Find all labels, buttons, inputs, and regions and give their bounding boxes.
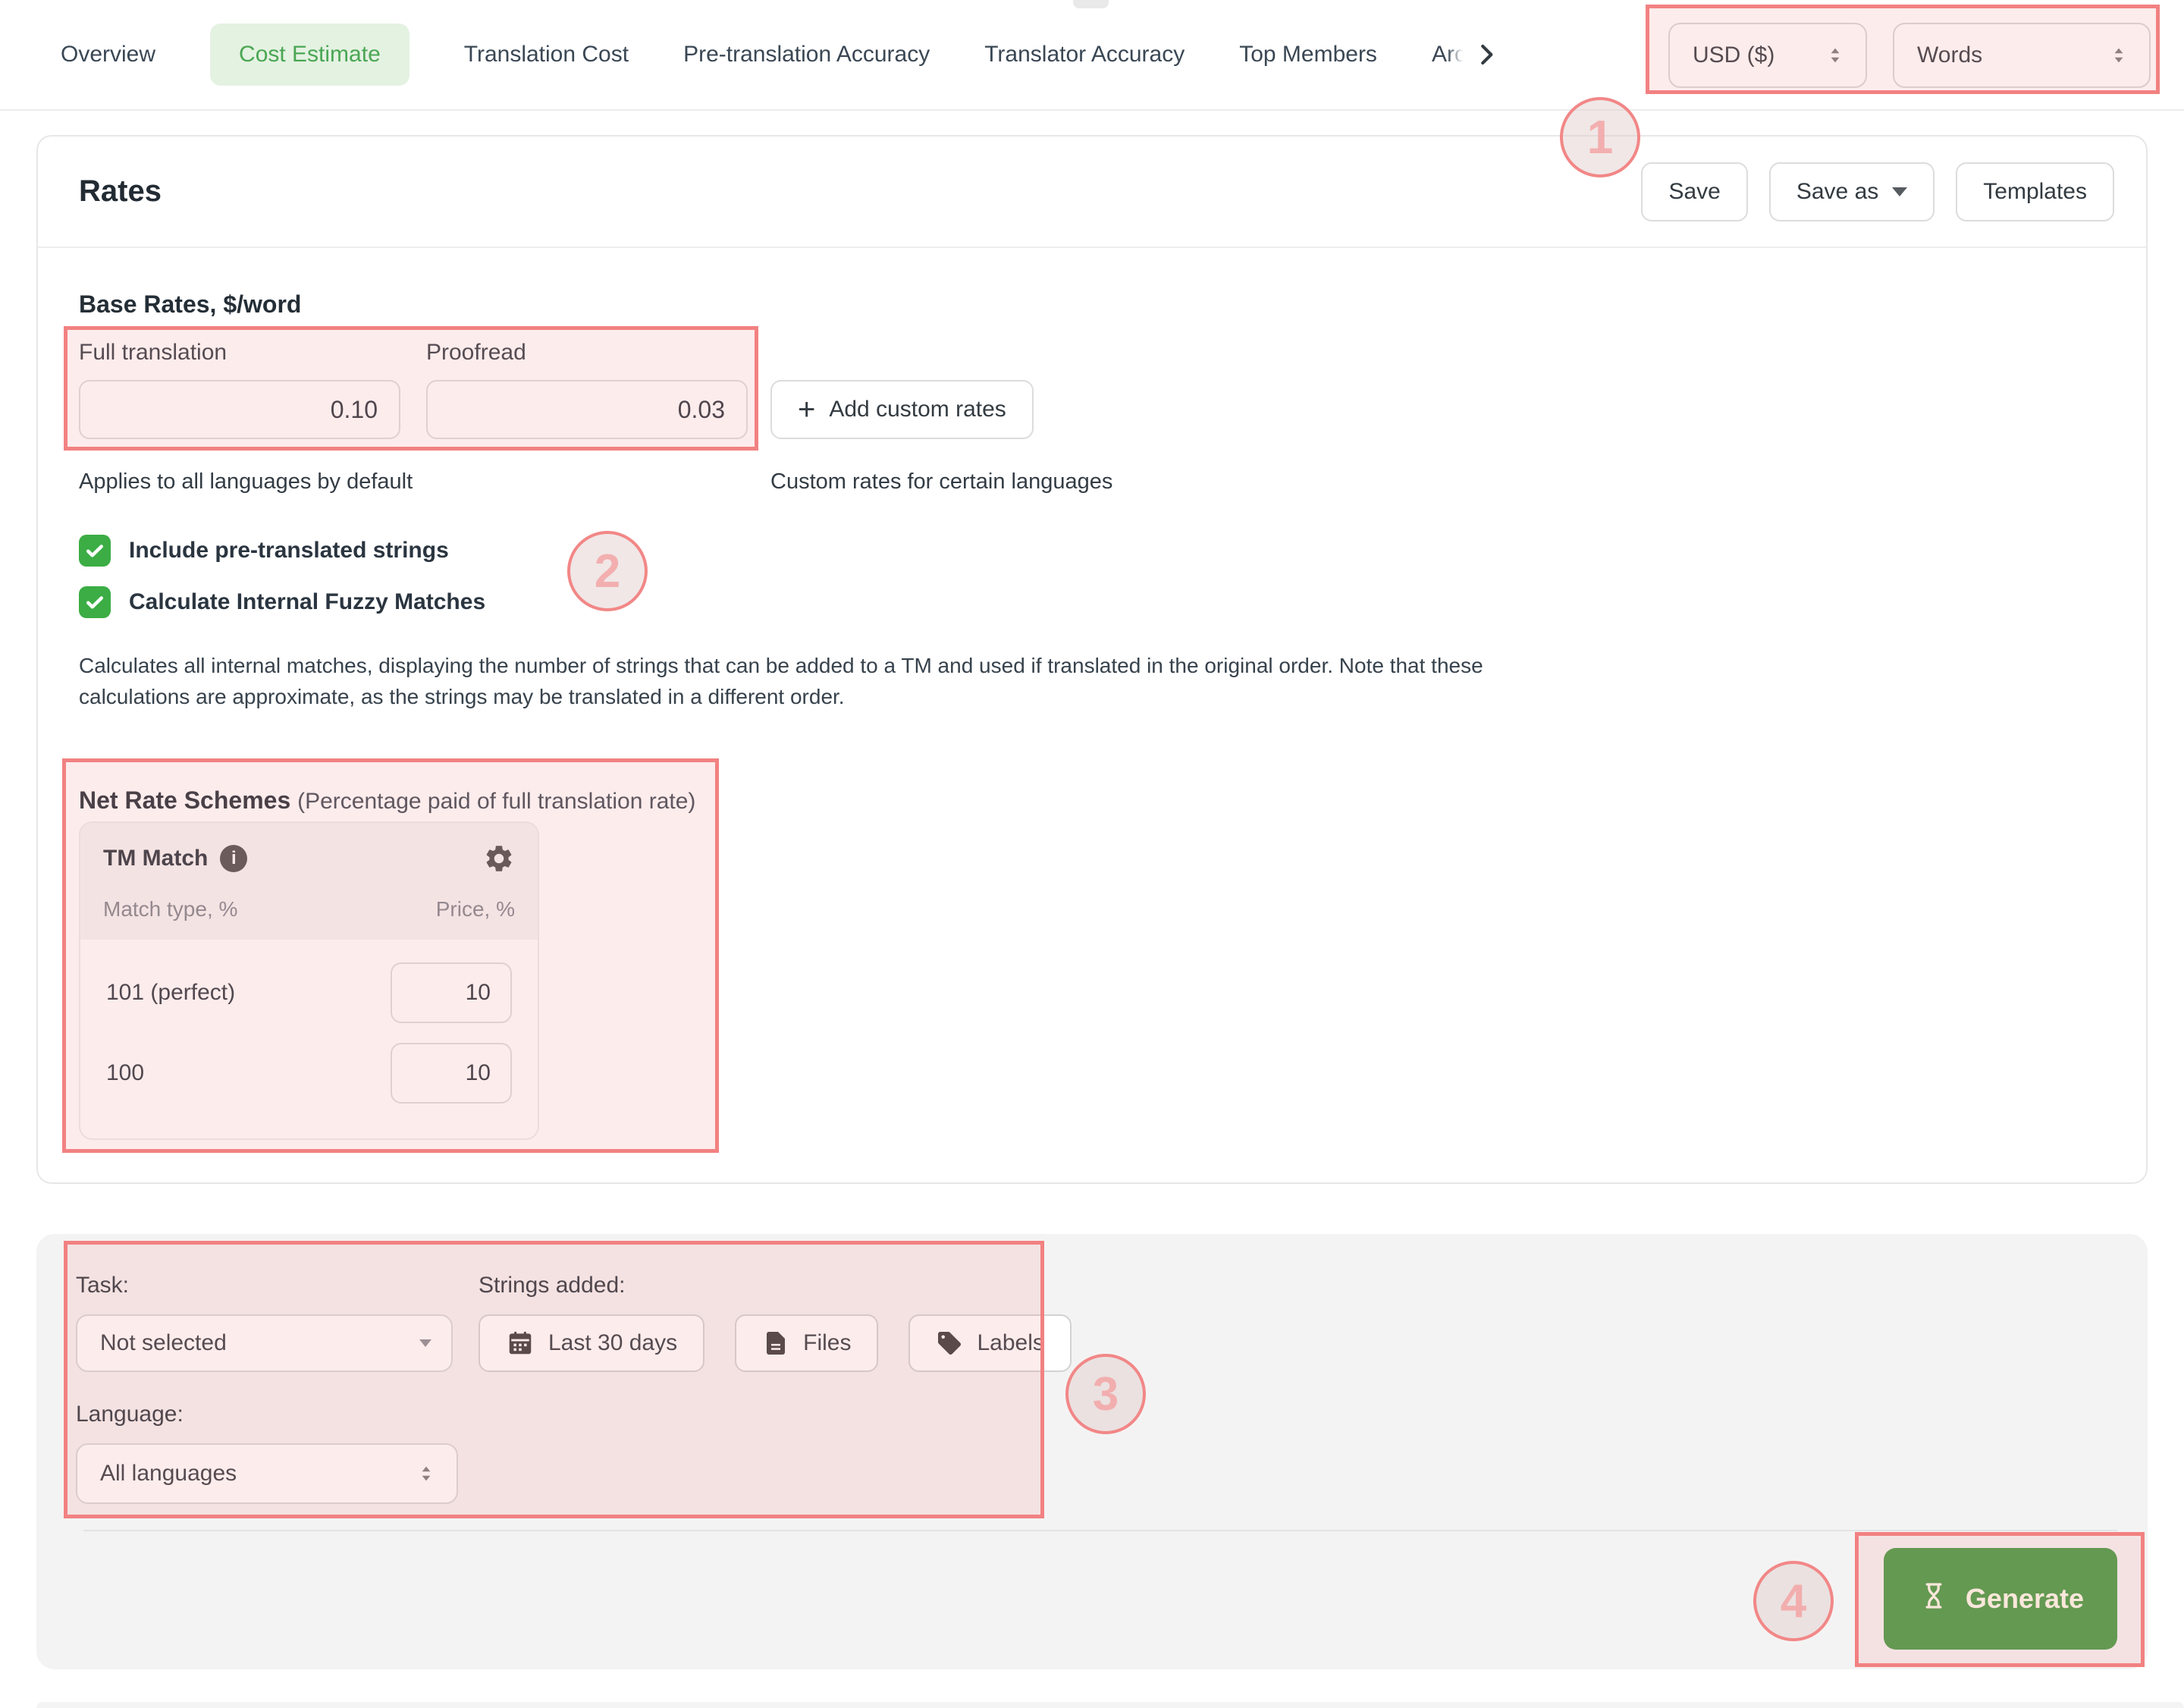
unit-select[interactable]: Words [1893, 23, 2151, 88]
base-rates-hints: Applies to all languages by default Cust… [79, 466, 2105, 497]
include-pretranslated-checkbox[interactable]: Include pre-translated strings [79, 535, 2105, 567]
date-range-button[interactable]: Last 30 days [479, 1314, 704, 1372]
tab-translator-accuracy[interactable]: Translator Accuracy [984, 42, 1185, 68]
sort-arrows-icon [1825, 45, 1846, 66]
language-select-value: All languages [100, 1461, 237, 1487]
tm-match-body: 101 (perfect) 100 [80, 940, 538, 1138]
sort-arrows-icon [416, 1463, 437, 1484]
tm-row-101: 101 (perfect) [106, 962, 512, 1023]
report-tabs-bar: Overview Cost Estimate Translation Cost … [0, 0, 2184, 111]
files-button[interactable]: Files [735, 1314, 878, 1372]
generate-button[interactable]: Generate [1884, 1548, 2117, 1650]
fuzzy-matches-note: Calculates all internal matches, display… [79, 650, 1565, 712]
next-section-edge [36, 1702, 2184, 1708]
tm-match-card: TM Match i Match type, % Price, % 101 (p… [79, 821, 539, 1140]
templates-button[interactable]: Templates [1956, 162, 2114, 221]
chevron-down-icon [1892, 187, 1907, 196]
checkbox-checked-icon [79, 535, 111, 567]
base-rates-heading: Base Rates, $/word [79, 287, 2105, 321]
chevron-down-icon [419, 1339, 431, 1347]
rates-panel-header: Rates Save Save as Templates [38, 137, 2146, 248]
add-custom-rates-label: Add custom rates [829, 397, 1006, 422]
task-label: Task: [76, 1270, 453, 1301]
rates-actions: Save Save as Templates [1641, 162, 2114, 221]
tab-overview[interactable]: Overview [61, 42, 155, 68]
full-translation-label: Full translation [79, 338, 400, 368]
save-button-label: Save [1668, 179, 1720, 205]
full-translation-input[interactable] [79, 380, 400, 439]
internal-fuzzy-label: Calculate Internal Fuzzy Matches [129, 589, 485, 615]
tm-col-match-type: Match type, % [103, 897, 237, 922]
date-range-label: Last 30 days [548, 1330, 677, 1356]
task-select[interactable]: Not selected [76, 1314, 453, 1372]
tm-row-100: 100 [106, 1043, 512, 1104]
report-generator-panel: Task: Not selected Strings added: Last 3… [36, 1234, 2148, 1669]
tabs-overflow-chevron-icon[interactable] [1472, 40, 1501, 69]
tab-archived-truncated[interactable]: Arc [1432, 42, 1466, 68]
tab-pre-translation-accuracy[interactable]: Pre-translation Accuracy [683, 42, 930, 68]
strings-added-group: Strings added: Last 30 days Files [479, 1270, 1072, 1372]
rates-panel-body: Base Rates, $/word Full translation Proo… [38, 248, 2146, 1182]
labels-label: Labels [977, 1330, 1043, 1356]
proofread-field: Proofread [426, 338, 748, 439]
generate-button-label: Generate [1966, 1583, 2084, 1615]
strings-added-label: Strings added: [479, 1270, 1072, 1301]
save-as-button-label: Save as [1796, 179, 1878, 205]
proofread-input[interactable] [426, 380, 748, 439]
tm-row-100-input[interactable] [391, 1043, 512, 1104]
info-icon[interactable]: i [220, 845, 247, 872]
base-rates-hint-left: Applies to all languages by default [79, 466, 770, 497]
net-rate-schemes-hint: (Percentage paid of full translation rat… [297, 789, 695, 814]
unit-select-value: Words [1917, 42, 1982, 68]
internal-fuzzy-checkbox[interactable]: Calculate Internal Fuzzy Matches [79, 586, 2105, 618]
labels-button[interactable]: Labels [908, 1314, 1071, 1372]
tab-cost-estimate[interactable]: Cost Estimate [210, 24, 410, 86]
sort-arrows-icon [2108, 45, 2129, 66]
tab-translation-cost[interactable]: Translation Cost [464, 42, 629, 68]
window-drag-handle [1073, 0, 1109, 8]
language-label: Language: [76, 1399, 2117, 1430]
base-rates-row: Full translation Proofread + Add custom … [79, 338, 2105, 439]
full-translation-field: Full translation [79, 338, 400, 439]
checkbox-checked-icon [79, 586, 111, 618]
tab-list: Overview Cost Estimate Translation Cost … [61, 24, 1466, 86]
include-pretranslated-label: Include pre-translated strings [129, 538, 449, 564]
page-title: Rates [79, 174, 162, 209]
tag-icon [936, 1330, 963, 1357]
net-rate-schemes-heading: Net Rate Schemes (Percentage paid of ful… [79, 783, 2105, 818]
tm-row-100-label: 100 [106, 1060, 144, 1086]
report-unit-controls: USD ($) Words [1668, 23, 2151, 88]
file-icon [762, 1330, 789, 1357]
currency-select-value: USD ($) [1693, 42, 1774, 68]
proofread-label: Proofread [426, 338, 748, 368]
language-select[interactable]: All languages [76, 1443, 458, 1504]
tab-top-members[interactable]: Top Members [1239, 42, 1377, 68]
tm-row-101-input[interactable] [391, 962, 512, 1023]
save-button[interactable]: Save [1641, 162, 1747, 221]
task-group: Task: Not selected [76, 1270, 453, 1372]
hourglass-icon [1917, 1579, 1950, 1619]
tm-row-101-label: 101 (perfect) [106, 980, 235, 1006]
rates-panel: Rates Save Save as Templates Base Rates,… [36, 135, 2148, 1184]
currency-select[interactable]: USD ($) [1668, 23, 1867, 88]
tm-col-price: Price, % [436, 897, 515, 922]
gear-icon[interactable] [483, 843, 515, 874]
task-select-value: Not selected [100, 1330, 227, 1356]
calendar-icon [506, 1329, 535, 1358]
net-rate-schemes-title: Net Rate Schemes [79, 786, 290, 814]
tm-match-header: TM Match i Match type, % Price, % [80, 823, 538, 940]
plus-icon: + [798, 394, 815, 425]
add-custom-rates-button[interactable]: + Add custom rates [770, 380, 1034, 439]
templates-button-label: Templates [1983, 179, 2087, 205]
save-as-button[interactable]: Save as [1769, 162, 1935, 221]
files-label: Files [803, 1330, 851, 1356]
tm-match-title: TM Match [103, 846, 208, 871]
base-rates-hint-right: Custom rates for certain languages [770, 466, 1112, 497]
